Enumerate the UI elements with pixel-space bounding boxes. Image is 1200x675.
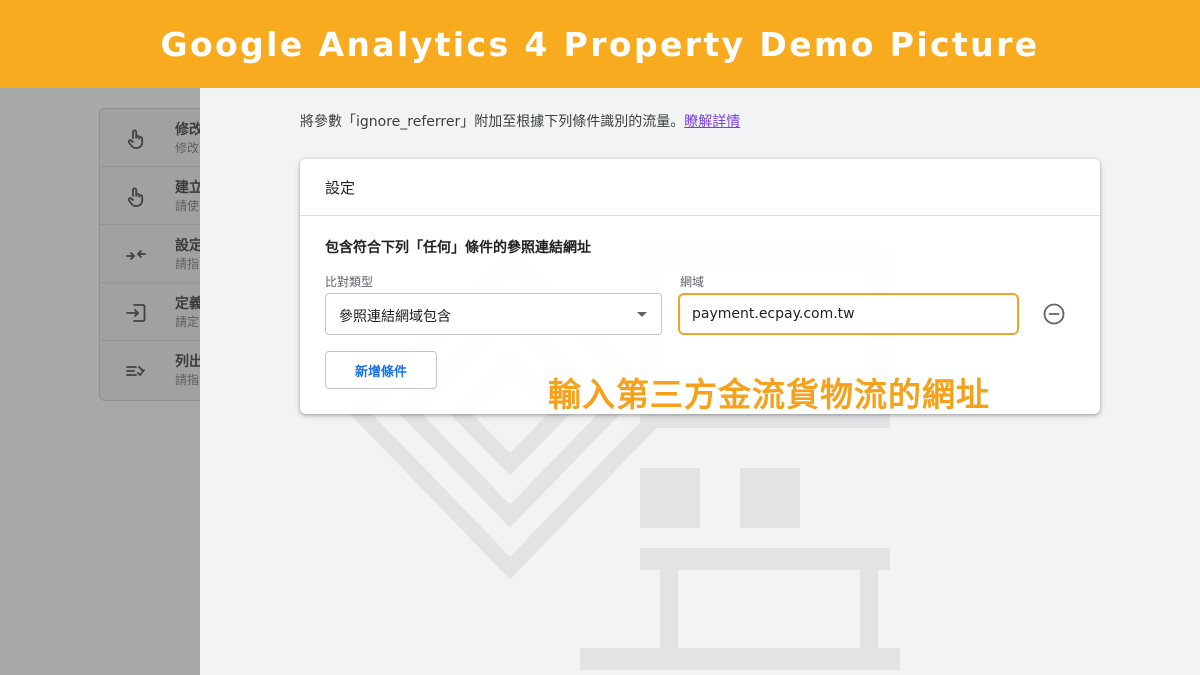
sidebar-item-create[interactable]: 建立 請使 xyxy=(100,167,200,225)
sidebar-item-title: 列出 xyxy=(175,354,200,370)
condition-title: 包含符合下列「任何」條件的參照連結網址 xyxy=(325,240,591,256)
sidebar-item-title: 建立 xyxy=(175,180,200,196)
sidebar-item-subtitle: 請指 xyxy=(175,373,200,387)
list-check-icon xyxy=(126,366,145,376)
match-type-label: 比對類型 xyxy=(325,275,374,289)
match-type-select[interactable]: 參照連結網域包含 xyxy=(325,293,662,335)
settings-card: 設定 包含符合下列「任何」條件的參照連結網址 比對類型 網域 參照連結網域包含 … xyxy=(300,159,1100,414)
sidebar-item-subtitle: 修改 xyxy=(175,141,200,155)
card-header: 設定 xyxy=(300,159,1100,216)
add-condition-button[interactable]: 新增條件 xyxy=(325,351,437,389)
sidebar-item-list[interactable]: 列出 請指 xyxy=(100,341,200,399)
sidebar-item-settings[interactable]: 設定 請指 xyxy=(100,225,200,283)
sidebar-item-subtitle: 請定 xyxy=(175,315,200,329)
annotation-callout: 輸入第三方金流貨物流的網址 xyxy=(548,375,990,414)
sidebar-item-title: 修改 xyxy=(175,122,200,138)
touch-icon xyxy=(127,187,144,207)
sidebar-item-title: 定義 xyxy=(175,296,200,312)
title-banner: Google Analytics 4 Property Demo Picture xyxy=(0,0,1200,88)
card-title: 設定 xyxy=(325,179,356,197)
touch-icon xyxy=(127,129,144,149)
domain-label: 網域 xyxy=(680,275,705,289)
dropdown-arrow-icon xyxy=(637,312,647,317)
sidebar-card: 修改 修改 建立 請使 設定 請指 定義 請定 列出 請指 xyxy=(99,108,200,401)
domain-input[interactable] xyxy=(678,293,1019,335)
match-type-value: 參照連結網域包含 xyxy=(339,309,451,325)
merge-arrows-icon xyxy=(126,250,146,260)
banner-title: Google Analytics 4 Property Demo Picture xyxy=(160,24,1040,64)
sidebar-item-modify[interactable]: 修改 修改 xyxy=(100,109,200,167)
sidebar-item-title: 設定 xyxy=(175,238,200,254)
sidebar-item-subtitle: 請指 xyxy=(175,257,200,271)
add-condition-label: 新增條件 xyxy=(354,364,407,380)
learn-more-link[interactable]: 瞭解詳情 xyxy=(684,114,740,130)
sidebar-overlay: 修改 修改 建立 請使 設定 請指 定義 請定 列出 請指 xyxy=(0,88,200,675)
sidebar-item-define[interactable]: 定義 請定 xyxy=(100,283,200,341)
description-text: 將參數「ignore_referrer」附加至根據下列條件識別的流量。瞭解詳情 xyxy=(300,111,740,131)
remove-condition-icon[interactable] xyxy=(1042,302,1066,326)
sidebar-item-subtitle: 請使 xyxy=(175,199,200,213)
input-icon xyxy=(126,304,146,322)
main-content: 將參數「ignore_referrer」附加至根據下列條件識別的流量。瞭解詳情 … xyxy=(200,88,1200,675)
description: 將參數「ignore_referrer」附加至根據下列條件識別的流量。 xyxy=(300,114,685,130)
